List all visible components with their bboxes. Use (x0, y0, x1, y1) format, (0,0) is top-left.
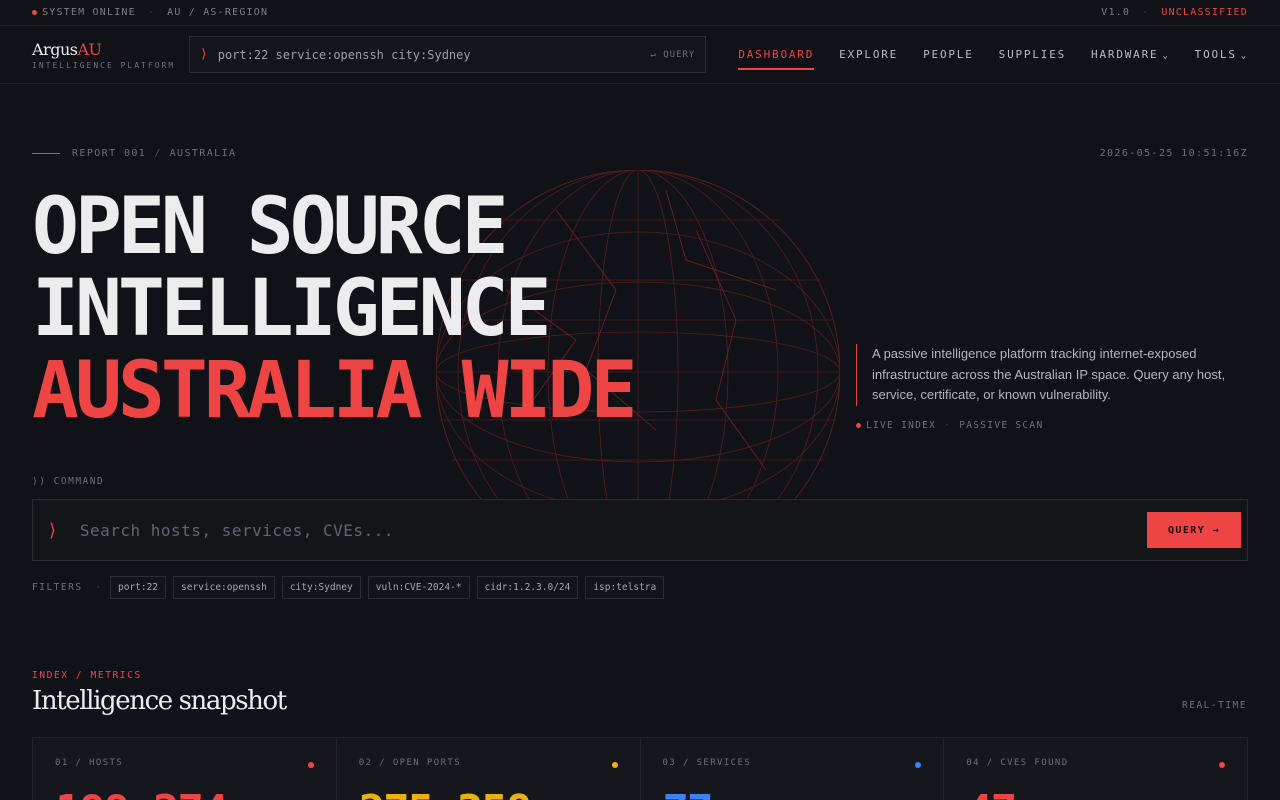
command-search-input[interactable]: Search hosts, services, CVEs... (80, 521, 1147, 540)
nav-link-tools[interactable]: TOOLS ⌄ (1195, 44, 1248, 65)
live-dot-icon (856, 423, 861, 428)
status-dot-icon (1219, 762, 1225, 768)
metric-value: 199,274 (55, 786, 228, 800)
separator: · (147, 7, 156, 18)
brand-accent: AU (77, 39, 102, 59)
nav-search-bar[interactable]: ⟩ port:22 service:openssh city:Sydney ↵ … (188, 36, 707, 73)
status-bar: SYSTEM ONLINE · AU / AS-REGION V1.0 · UN… (0, 0, 1280, 26)
nav-link-hardware[interactable]: HARDWARE ⌄ (1091, 44, 1170, 65)
metrics-grid: 01 / HOSTS 199,274 02 / OPEN PORTS 275,3… (32, 737, 1248, 800)
query-button[interactable]: QUERY → (1147, 512, 1241, 548)
section-kicker: INDEX / METRICS (32, 670, 142, 681)
hero-line-2: INTELLIGENCE (32, 264, 552, 354)
metric-card-hosts[interactable]: 01 / HOSTS 199,274 (33, 738, 337, 800)
filter-chip[interactable]: city:Sydney (281, 576, 361, 599)
filter-chip[interactable]: cidr:1.2.3.0/24 (476, 576, 579, 599)
main-nav: ArgusAU INTELLIGENCE PLATFORM ⟩ port:22 … (0, 26, 1280, 84)
hero-line-1: OPEN SOURCE (32, 182, 509, 272)
nav-link-tools-label: TOOLS (1194, 48, 1237, 61)
command-label: ⟩⟩ COMMAND (32, 476, 105, 487)
report-timestamp: 2026-05-25 10:51:16Z (1099, 148, 1248, 159)
nav-link-supplies[interactable]: SUPPLIES (999, 44, 1066, 65)
metric-value: 275,358 (359, 786, 532, 800)
brand-name: Argus (32, 39, 78, 59)
nav-link-hardware-label: HARDWARE (1091, 48, 1159, 61)
classification-label: UNCLASSIFIED (1161, 7, 1248, 18)
separator: · (95, 582, 101, 593)
nav-link-dashboard[interactable]: DASHBOARD (738, 44, 814, 70)
nav-link-explore[interactable]: EXPLORE (839, 44, 898, 65)
metric-label: 01 / HOSTS (55, 758, 124, 768)
filters-label: FILTERS (32, 582, 83, 593)
nav-link-people[interactable]: PEOPLE (923, 44, 974, 65)
region-label: AU / AS-REGION (167, 7, 269, 18)
metric-label: 03 / SERVICES (662, 758, 752, 768)
system-status-label: SYSTEM ONLINE (42, 7, 136, 18)
chevron-down-icon: ⌄ (1162, 51, 1170, 61)
status-dot-icon (307, 762, 314, 768)
separator: / (154, 148, 162, 159)
filter-chip[interactable]: vuln:CVE-2024-* (367, 576, 470, 599)
metric-card-services[interactable]: 03 / SERVICES 77 (640, 738, 945, 800)
separator: · (944, 420, 952, 431)
passive-scan-label: PASSIVE SCAN (959, 420, 1044, 431)
status-dot-icon (32, 10, 37, 15)
version-label: V1.0 (1101, 7, 1131, 18)
report-label: REPORT 001 (72, 148, 147, 159)
report-meta: REPORT 001 / AUSTRALIA 2026-05-25 10:51:… (32, 148, 1248, 159)
metric-card-cves[interactable]: 04 / CVES FOUND 47 (944, 738, 1247, 800)
platform-description: A passive intelligence platform tracking… (856, 344, 1226, 406)
status-dot-icon (611, 762, 618, 768)
report-region: AUSTRALIA (169, 148, 237, 159)
system-status: SYSTEM ONLINE (32, 7, 136, 18)
metric-value: 47 (966, 786, 1017, 800)
nav-search-input[interactable]: port:22 service:openssh city:Sydney (218, 48, 651, 62)
separator: · (1142, 7, 1150, 18)
filter-chip[interactable]: isp:telstra (585, 576, 665, 599)
realtime-label: REAL-TIME (1182, 700, 1247, 711)
section-title: Intelligence snapshot (32, 686, 287, 716)
nav-query-button[interactable]: ↵ QUERY (650, 50, 695, 60)
metric-label: 04 / CVES FOUND (966, 758, 1069, 768)
prompt-icon: ⟩ (47, 519, 58, 541)
filter-chip[interactable]: port:22 (109, 576, 167, 599)
metric-value: 77 (663, 786, 714, 800)
live-status: LIVE INDEX · PASSIVE SCAN (856, 420, 1043, 431)
metric-card-open-ports[interactable]: 02 / OPEN PORTS 275,358 (336, 738, 641, 800)
chevron-down-icon: ⌄ (1240, 51, 1248, 61)
brand-subtitle: INTELLIGENCE PLATFORM (32, 60, 176, 70)
hero-line-3: AUSTRALIA WIDE (32, 346, 637, 436)
accent-line (32, 153, 60, 154)
metric-label: 02 / OPEN PORTS (358, 758, 462, 768)
filter-chip[interactable]: service:openssh (173, 576, 275, 599)
prompt-icon: ⟩ (199, 47, 208, 62)
filter-chips: FILTERS · port:22 service:openssh city:S… (32, 576, 665, 599)
live-index-label: LIVE INDEX (866, 420, 937, 431)
command-bar: ⟩ Search hosts, services, CVEs... QUERY … (32, 499, 1248, 561)
brand-logo[interactable]: ArgusAU INTELLIGENCE PLATFORM (32, 40, 189, 70)
hero-title: OPEN SOURCE INTELLIGENCE AUSTRALIA WIDE (32, 182, 637, 436)
